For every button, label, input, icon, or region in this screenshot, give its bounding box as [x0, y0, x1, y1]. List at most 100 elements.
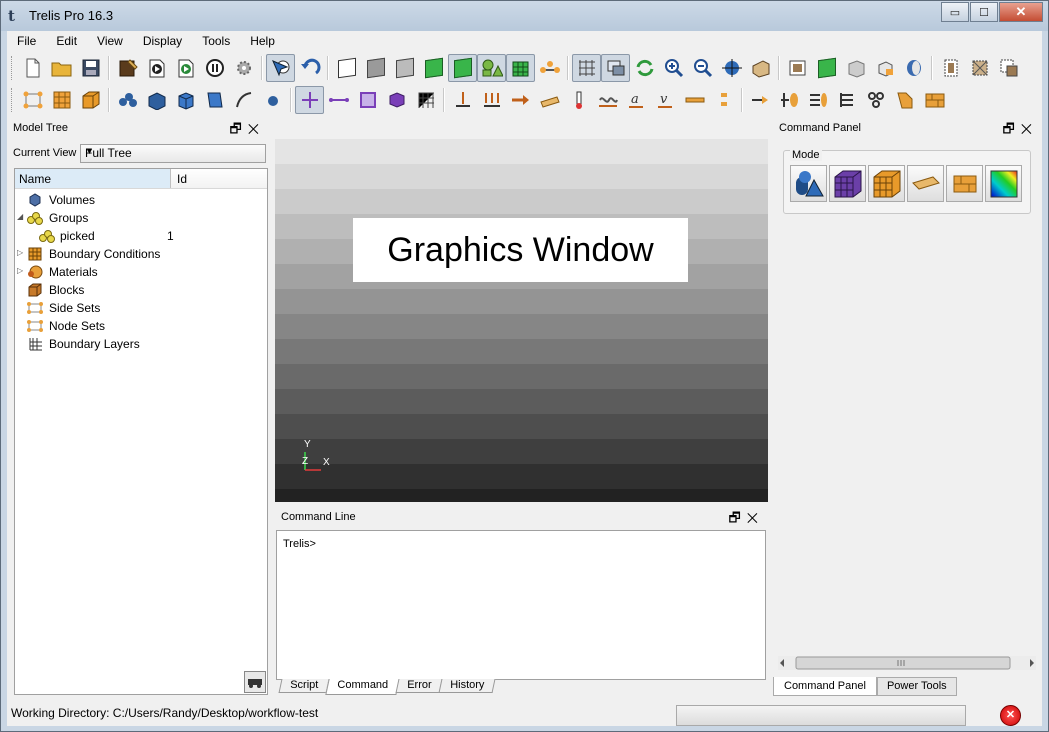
mode-mesh-button[interactable]: [829, 165, 866, 202]
close-button[interactable]: ✕: [999, 2, 1043, 22]
sideset-6-button[interactable]: [891, 86, 920, 114]
tree-item-side-sets[interactable]: Side Sets: [15, 299, 267, 317]
overlay-button[interactable]: [601, 54, 630, 82]
sideset-3-button[interactable]: [804, 86, 833, 114]
view-box-3-button[interactable]: [841, 54, 870, 82]
mode-analysis-button[interactable]: [907, 165, 944, 202]
shaded-button[interactable]: [390, 54, 419, 82]
tree-item-materials[interactable]: ▷ Materials: [15, 263, 267, 281]
tree-item-volumes[interactable]: Volumes: [15, 191, 267, 209]
view-box-2-button[interactable]: [812, 54, 841, 82]
tree-item-node-sets[interactable]: Node Sets: [15, 317, 267, 335]
menu-help[interactable]: Help: [240, 31, 285, 51]
mesh-display-button[interactable]: [506, 54, 535, 82]
mode-exodus-button[interactable]: [946, 165, 983, 202]
mode-results-button[interactable]: [985, 165, 1022, 202]
tab-error[interactable]: Error: [395, 679, 443, 693]
geometry-group-button[interactable]: [113, 86, 142, 114]
mesh-grid-button[interactable]: [411, 86, 440, 114]
minimize-button[interactable]: ▭: [941, 2, 969, 22]
sideset-2-button[interactable]: [775, 86, 804, 114]
sideset-5-button[interactable]: [862, 86, 891, 114]
view-split-3-button[interactable]: [994, 54, 1023, 82]
spring-bc-button[interactable]: [709, 86, 738, 114]
command-line-area[interactable]: Trelis>: [276, 530, 766, 680]
float-panel-icon[interactable]: 🗗: [729, 510, 747, 525]
tab-history[interactable]: History: [438, 679, 497, 693]
tab-command-panel[interactable]: Command Panel: [773, 677, 877, 696]
mode-fem-button[interactable]: [868, 165, 905, 202]
sideset-7-button[interactable]: [920, 86, 949, 114]
refresh-button[interactable]: [630, 54, 659, 82]
fixed-bc-button[interactable]: [448, 86, 477, 114]
settings-button[interactable]: [229, 54, 258, 82]
hidden-line-button[interactable]: [361, 54, 390, 82]
sideset-4-button[interactable]: [833, 86, 862, 114]
close-panel-icon[interactable]: ✕: [1021, 121, 1038, 136]
toolbar-grip[interactable]: [11, 88, 15, 112]
graphics-window[interactable]: Graphics Window Y Z X: [275, 139, 768, 502]
grid-display-button[interactable]: [572, 54, 601, 82]
hex-select-button[interactable]: [382, 86, 411, 114]
geometry-display-button[interactable]: [448, 54, 477, 82]
temperature-bc-button[interactable]: [564, 86, 593, 114]
view-split-2-button[interactable]: [965, 54, 994, 82]
expand-arrow-icon[interactable]: ▷: [17, 266, 23, 275]
vertex-button[interactable]: [258, 86, 287, 114]
body-button[interactable]: [171, 86, 200, 114]
tree-item-blocks[interactable]: Blocks: [15, 281, 267, 299]
sideset-1-button[interactable]: [746, 86, 775, 114]
node-select-button[interactable]: [295, 86, 324, 114]
convection-bc-button[interactable]: [593, 86, 622, 114]
curve-button[interactable]: [229, 86, 258, 114]
tab-power-tools[interactable]: Power Tools: [876, 677, 957, 696]
collapse-arrow-icon[interactable]: ◢: [17, 212, 23, 221]
mode-geometry-button[interactable]: [790, 165, 827, 202]
close-panel-icon[interactable]: ✕: [248, 121, 265, 136]
run-button[interactable]: [171, 54, 200, 82]
stop-button[interactable]: ✕: [1000, 705, 1021, 726]
view-box-1-button[interactable]: [783, 54, 812, 82]
displacement-bc-button[interactable]: [535, 86, 564, 114]
tree-item-boundary-conditions[interactable]: ▷ Boundary Conditions: [15, 245, 267, 263]
view-perspective-button[interactable]: [746, 54, 775, 82]
tree-item-groups[interactable]: ◢ Groups: [15, 209, 267, 227]
edge-select-button[interactable]: [324, 86, 353, 114]
toolbar-grip[interactable]: [11, 56, 15, 80]
volume-button[interactable]: [142, 86, 171, 114]
expand-arrow-icon[interactable]: ▷: [17, 248, 23, 257]
menu-edit[interactable]: Edit: [46, 31, 87, 51]
title-bar[interactable]: t Trelis Pro 16.3 ▭ ☐ ✕: [1, 1, 1048, 31]
save-button[interactable]: [76, 54, 105, 82]
tab-command[interactable]: Command: [325, 679, 400, 695]
journal-editor-button[interactable]: [113, 54, 142, 82]
tree-item-picked[interactable]: picked 1: [15, 227, 267, 245]
view-box-4-button[interactable]: [870, 54, 899, 82]
wireframe-button[interactable]: [332, 54, 361, 82]
velocity-bc-button[interactable]: v: [651, 86, 680, 114]
menu-view[interactable]: View: [87, 31, 133, 51]
menu-tools[interactable]: Tools: [192, 31, 240, 51]
rotate-center-button[interactable]: [717, 54, 746, 82]
float-panel-icon[interactable]: 🗗: [230, 121, 248, 136]
menu-file[interactable]: File: [7, 31, 46, 51]
face-select-button[interactable]: [353, 86, 382, 114]
float-panel-icon[interactable]: 🗗: [1003, 121, 1021, 136]
close-panel-icon[interactable]: ✕: [747, 510, 764, 525]
select-mode-button[interactable]: [266, 54, 295, 82]
volume-tool-button[interactable]: [76, 86, 105, 114]
model-tree[interactable]: Name Id Volumes ◢ Groups picked 1 ▷ Boun…: [14, 168, 268, 695]
maximize-button[interactable]: ☐: [970, 2, 998, 22]
new-file-button[interactable]: [18, 54, 47, 82]
view-lens-button[interactable]: [899, 54, 928, 82]
pressure-bc-button[interactable]: [477, 86, 506, 114]
undo-button[interactable]: [295, 54, 324, 82]
surface-tool-button[interactable]: [47, 86, 76, 114]
zoom-in-button[interactable]: [659, 54, 688, 82]
command-panel-scrollbar[interactable]: [778, 656, 1036, 670]
view-split-1-button[interactable]: [936, 54, 965, 82]
smooth-shade-button[interactable]: [419, 54, 448, 82]
play-journal-button[interactable]: [142, 54, 171, 82]
nodes-display-button[interactable]: [535, 54, 564, 82]
pause-button[interactable]: [200, 54, 229, 82]
